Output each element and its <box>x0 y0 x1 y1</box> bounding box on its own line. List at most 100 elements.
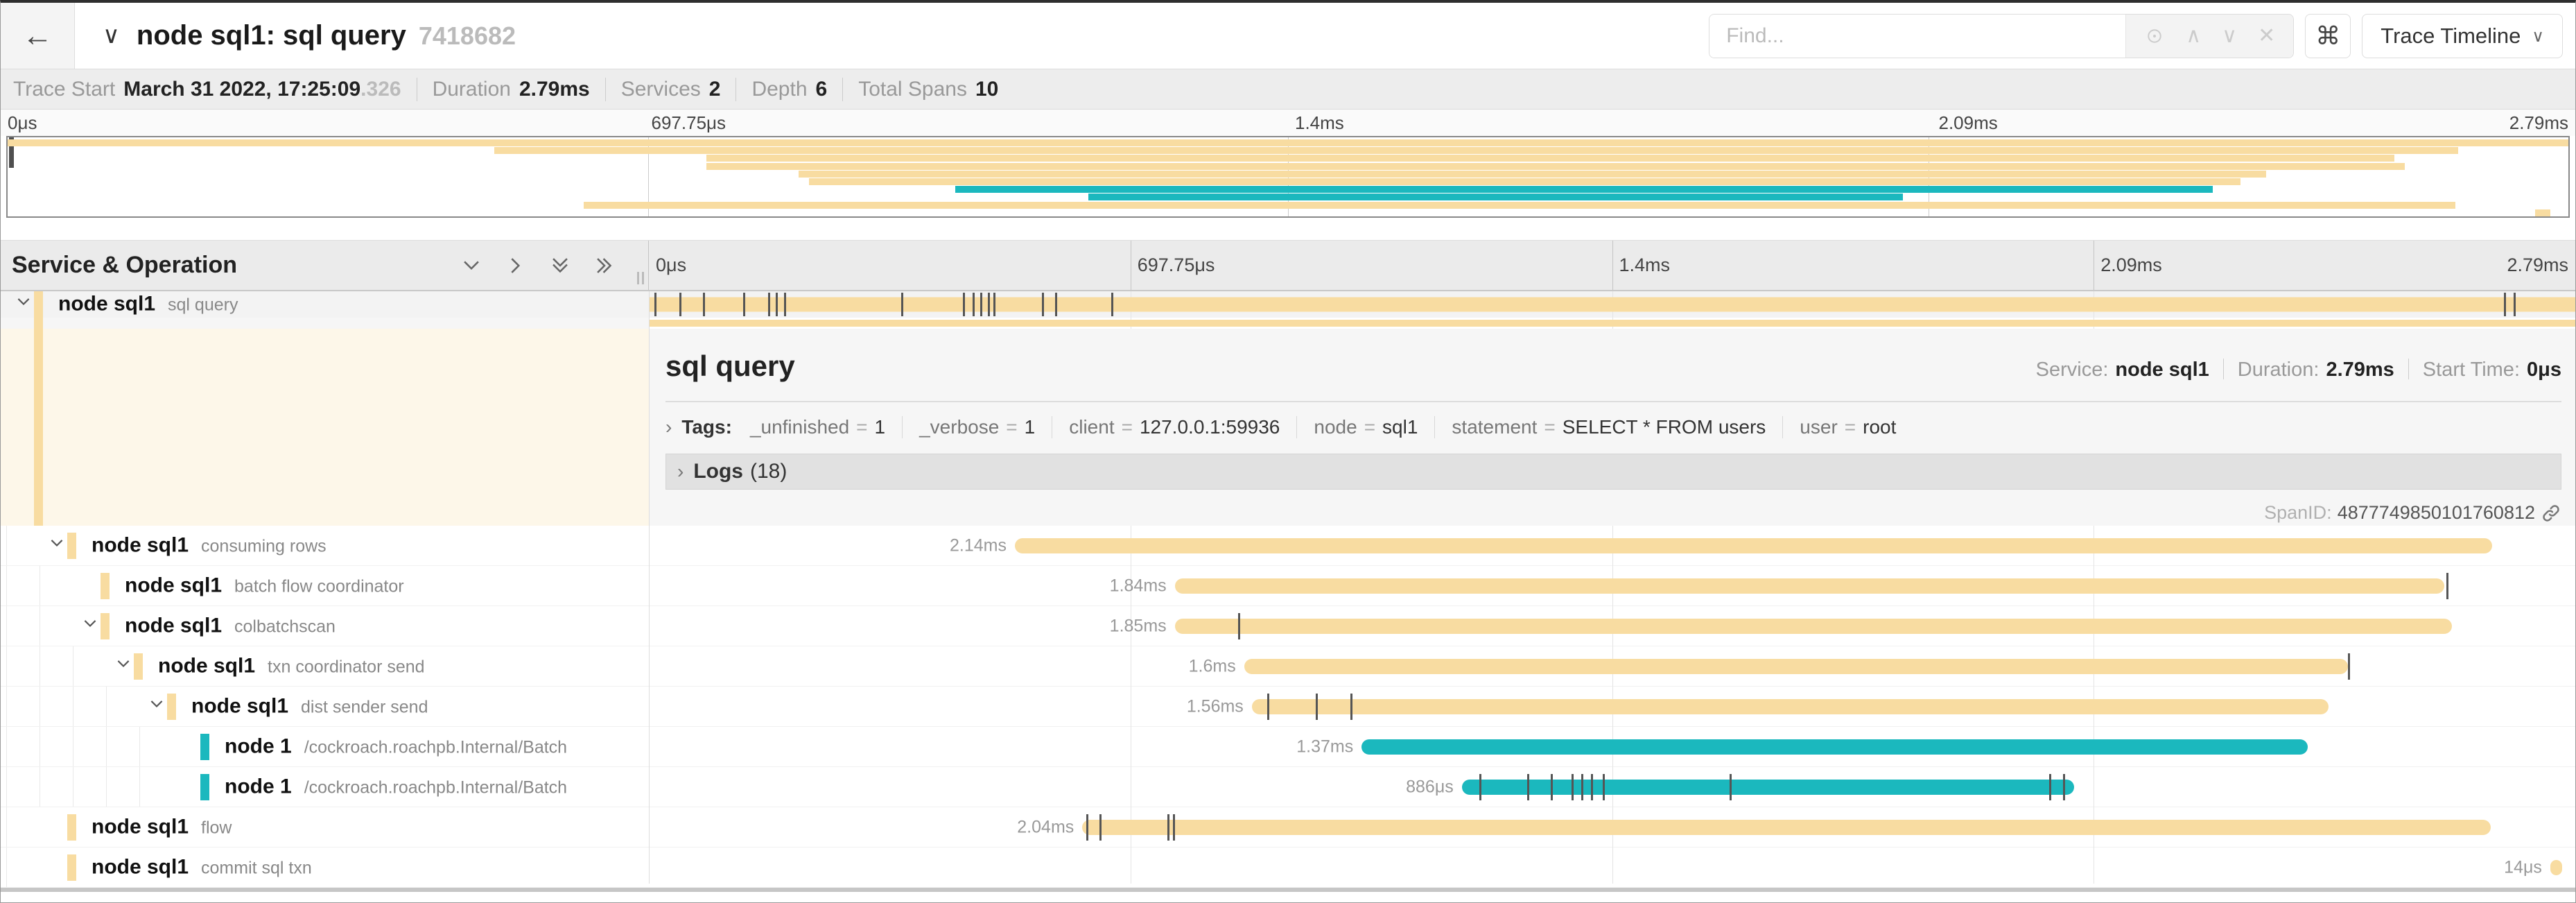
logs-accordion[interactable]: › Logs (18) <box>665 454 2561 490</box>
log-marker[interactable] <box>2049 774 2051 800</box>
service-name[interactable]: node sql1colbatchscan <box>125 614 336 637</box>
next-match-icon[interactable]: ∨ <box>2222 26 2237 46</box>
log-marker[interactable] <box>1099 814 1102 841</box>
span-row[interactable]: node sql1flow 2.04ms <box>1 807 2575 848</box>
service-name[interactable]: node sql1batch flow coordinator <box>125 574 404 597</box>
log-marker[interactable] <box>988 293 990 316</box>
timeline-cell[interactable]: 1.37ms <box>649 727 2575 766</box>
log-marker[interactable] <box>2514 293 2516 316</box>
log-marker[interactable] <box>768 293 770 316</box>
span-bar[interactable] <box>1361 739 2307 755</box>
log-marker[interactable] <box>1267 694 1269 720</box>
log-marker[interactable] <box>1350 694 1352 720</box>
service-name[interactable]: node 1/cockroach.roachpb.Internal/Batch <box>225 734 567 758</box>
log-marker[interactable] <box>2063 774 2065 800</box>
span-bar[interactable] <box>1175 578 2444 594</box>
log-marker[interactable] <box>1042 293 1044 316</box>
log-marker[interactable] <box>784 293 786 316</box>
timeline-cell[interactable]: 2.04ms <box>649 807 2575 847</box>
span-row[interactable]: node sql1consuming rows 2.14ms <box>1 526 2575 566</box>
back-button[interactable]: ← <box>1 3 75 69</box>
view-selector-button[interactable]: Trace Timeline ∨ <box>2362 14 2563 58</box>
chevron-down-icon[interactable] <box>15 292 33 315</box>
span-row[interactable]: node sql1dist sender send1.56ms <box>1 687 2575 727</box>
log-marker[interactable] <box>1603 774 1605 800</box>
span-bar[interactable] <box>1015 538 2492 553</box>
log-marker[interactable] <box>1238 613 1240 639</box>
trace-minimap[interactable] <box>6 136 2570 218</box>
timeline-cell[interactable]: 14μs <box>649 848 2575 887</box>
timeline-header[interactable]: 0μs697.75μs1.4ms2.09ms2.79ms <box>649 241 2575 290</box>
timeline-cell[interactable]: 1.84ms <box>649 566 2575 605</box>
column-resizer-grip[interactable] <box>637 272 644 284</box>
timeline-cell[interactable]: 1.85ms <box>649 606 2575 646</box>
service-name[interactable]: node sql1txn coordinator send <box>158 654 425 678</box>
horizontal-scrollbar[interactable] <box>1 888 2575 892</box>
log-marker[interactable] <box>993 293 995 316</box>
span-bar[interactable] <box>2550 860 2562 875</box>
span-bar[interactable] <box>649 298 2575 312</box>
span-row[interactable]: node sql1commit sql txn 14μs <box>1 848 2575 888</box>
span-row[interactable]: node sql1colbatchscan 1.85ms <box>1 606 2575 646</box>
span-bar[interactable] <box>1175 619 2452 634</box>
chevron-down-icon[interactable] <box>48 533 66 556</box>
keyboard-shortcuts-button[interactable]: ⌘ <box>2305 14 2351 58</box>
span-row[interactable]: node 1/cockroach.roachpb.Internal/Batch 1… <box>1 727 2575 767</box>
service-name[interactable]: node sql1commit sql txn <box>92 855 312 879</box>
span-row[interactable]: node sql1batch flow coordinator 1.84ms <box>1 566 2575 606</box>
service-name[interactable]: node sql1sql query <box>58 292 238 316</box>
expand-one-icon[interactable] <box>504 254 528 277</box>
log-marker[interactable] <box>1173 814 1175 841</box>
expand-all-icon[interactable] <box>593 254 616 277</box>
collapse-trace-icon[interactable]: ∨ <box>103 22 120 49</box>
log-marker[interactable] <box>1581 774 1583 800</box>
log-marker[interactable] <box>973 293 975 316</box>
log-marker[interactable] <box>1167 814 1169 841</box>
service-name[interactable]: node 1/cockroach.roachpb.Internal/Batch <box>225 775 567 798</box>
find-input[interactable] <box>1709 15 2125 58</box>
span-bar[interactable] <box>1244 659 2348 674</box>
span-bar[interactable] <box>1462 780 2075 795</box>
log-marker[interactable] <box>776 293 778 316</box>
timeline-cell[interactable]: 886μs <box>649 767 2575 807</box>
log-marker[interactable] <box>743 293 745 316</box>
service-name[interactable]: node sql1consuming rows <box>92 533 327 557</box>
chevron-down-icon[interactable] <box>148 694 166 717</box>
log-marker[interactable] <box>1479 774 1481 800</box>
log-marker[interactable] <box>2446 573 2448 599</box>
log-marker[interactable] <box>1527 774 1529 800</box>
log-marker[interactable] <box>980 293 982 316</box>
chevron-down-icon[interactable] <box>114 654 132 677</box>
log-marker[interactable] <box>963 293 965 316</box>
tags-accordion[interactable]: › Tags: _unfinished = 1_verbose = 1clien… <box>665 416 2561 438</box>
span-bar[interactable] <box>1252 699 2329 714</box>
log-marker[interactable] <box>1111 293 1113 316</box>
log-marker[interactable] <box>1316 694 1318 720</box>
deep-link-icon[interactable] <box>2541 503 2561 524</box>
log-marker[interactable] <box>901 293 903 316</box>
span-row-selected[interactable]: node sql1sql query <box>1 291 2575 318</box>
log-marker[interactable] <box>2348 653 2350 680</box>
clear-find-icon[interactable]: ✕ <box>2258 26 2275 46</box>
log-marker[interactable] <box>1551 774 1553 800</box>
log-marker[interactable] <box>679 293 681 316</box>
log-marker[interactable] <box>1055 293 1057 316</box>
timeline-cell[interactable]: 1.6ms <box>649 646 2575 686</box>
panel-divider[interactable] <box>649 291 650 884</box>
collapse-one-icon[interactable] <box>460 254 483 277</box>
match-highlight-icon[interactable] <box>2144 26 2165 46</box>
chevron-down-icon[interactable] <box>81 614 99 637</box>
log-marker[interactable] <box>1572 774 1574 800</box>
service-name[interactable]: node sql1flow <box>92 815 232 839</box>
span-row[interactable]: node sql1txn coordinator send 1.6ms <box>1 646 2575 687</box>
log-marker[interactable] <box>654 293 656 316</box>
span-bar[interactable] <box>1082 820 2490 835</box>
log-marker[interactable] <box>1086 814 1088 841</box>
collapse-all-icon[interactable] <box>548 254 572 277</box>
timeline-cell[interactable]: 2.14ms <box>649 526 2575 565</box>
prev-match-icon[interactable]: ∧ <box>2186 26 2201 46</box>
log-marker[interactable] <box>1730 774 1732 800</box>
log-marker[interactable] <box>2504 293 2506 316</box>
log-marker[interactable] <box>1591 774 1593 800</box>
service-name[interactable]: node sql1dist sender send <box>191 694 428 718</box>
